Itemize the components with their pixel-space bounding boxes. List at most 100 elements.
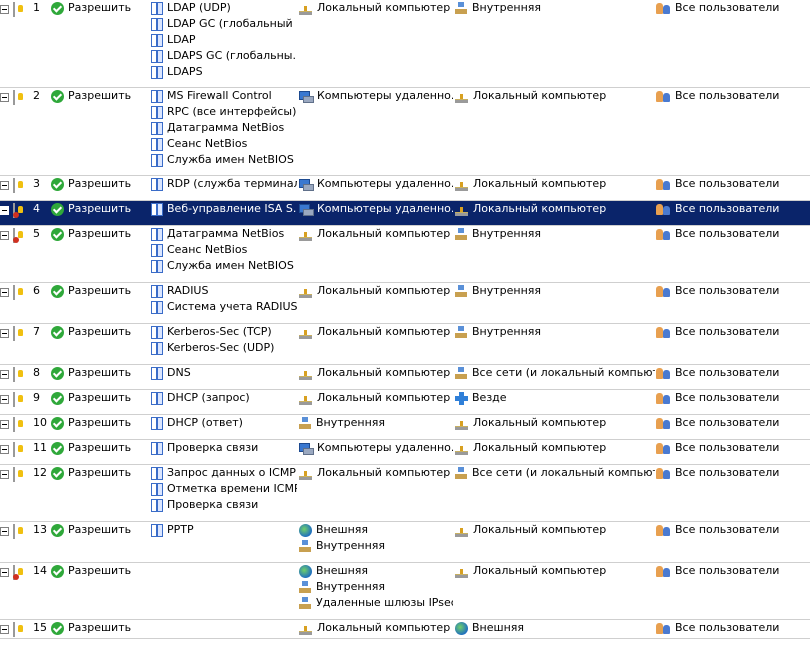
rule-row[interactable]: 14 Разрешить Внешняя Внутренняя Удаленные шл… [0, 563, 810, 620]
protocol-label: Система учета RADIUS [167, 300, 297, 313]
source-label: Внутренняя [316, 416, 386, 429]
rule-row[interactable]: 11 Разрешить Проверка связи Компьютеры удал… [0, 440, 810, 465]
users-label: Все пользователи [675, 416, 780, 429]
rule-row[interactable]: 5 Разрешить Датаграмма NetBios Сеанс NetBio… [0, 226, 810, 283]
collapse-toggle[interactable] [0, 206, 9, 215]
collapse-toggle[interactable] [0, 568, 9, 577]
collapse-toggle[interactable] [0, 329, 9, 338]
action-label: Разрешить [68, 89, 132, 102]
allow-icon [51, 325, 64, 339]
computer-icon [299, 326, 313, 339]
source-item: Локальный компьютер [299, 465, 453, 481]
proto-icon [151, 482, 163, 496]
computer-icon [455, 203, 469, 216]
rule-row[interactable]: 8 Разрешить DNS Локальный компьютер Все сети… [0, 365, 810, 390]
rule-protocols: RDP (служба терминал... [151, 176, 297, 192]
destination-label: Внутренняя [472, 227, 542, 240]
rule-row[interactable]: 15 Разрешить Локальный компьютер Внешняя Все… [0, 620, 810, 639]
collapse-toggle[interactable] [0, 395, 9, 404]
action-line: Разрешить [51, 226, 131, 242]
source-label: Компьютеры удаленно... [317, 89, 453, 102]
collapse-toggle[interactable] [0, 470, 9, 479]
action-line: Разрешить [51, 283, 131, 299]
protocol-label: PPTP [167, 523, 194, 536]
allow-icon [51, 227, 64, 241]
protocol-item: Проверка связи [151, 497, 297, 513]
access-rule-icon [13, 2, 15, 17]
users-icon [656, 2, 671, 15]
destination-item: Локальный компьютер [455, 522, 655, 538]
protocol-label: LDAPS [167, 65, 203, 78]
proto-icon [151, 227, 163, 241]
rule-row[interactable]: 12 Разрешить Запрос данных о ICMP Отметка в… [0, 465, 810, 522]
rule-row[interactable]: 7 Разрешить Kerberos-Sec (TCP) Kerberos-Sec… [0, 324, 810, 365]
source-item: Внешняя [299, 563, 453, 579]
rule-row[interactable]: 6 Разрешить RADIUS Система учета RADIUS Лока… [0, 283, 810, 324]
rule-destinations: Локальный компьютер [455, 176, 655, 192]
rule-row[interactable]: 10 Разрешить DHCP (ответ) Внутренняя Локальн… [0, 415, 810, 440]
protocol-item: Служба имен NetBIOS [151, 152, 297, 168]
collapse-toggle[interactable] [0, 231, 9, 240]
proto-icon [151, 202, 163, 216]
destination-item: Локальный компьютер [455, 415, 655, 431]
proto-icon [151, 105, 163, 119]
collapse-toggle[interactable] [0, 370, 9, 379]
source-label: Локальный компьютер [317, 391, 451, 404]
users-line: Все пользователи [656, 0, 779, 16]
rule-sources: Локальный компьютер [299, 324, 453, 340]
users-label: Все пользователи [675, 366, 780, 379]
source-label: Локальный компьютер [317, 227, 451, 240]
computer-icon [455, 417, 469, 430]
protocol-item: Запрос данных о ICMP [151, 465, 297, 481]
source-item: Локальный компьютер [299, 324, 453, 340]
users-icon [656, 203, 671, 216]
collapse-toggle[interactable] [0, 288, 9, 297]
source-item: Локальный компьютер [299, 390, 453, 406]
collapse-toggle[interactable] [0, 5, 9, 14]
users-icon [656, 467, 671, 480]
rule-protocols: MS Firewall Control RPC (все интерфейсы) Д… [151, 88, 297, 168]
proto-icon [151, 341, 163, 355]
rule-row[interactable]: 2 Разрешить MS Firewall Control RPC (все ин… [0, 88, 810, 176]
collapse-toggle[interactable] [0, 420, 9, 429]
source-item: Внутренняя [299, 579, 453, 595]
rule-action: Разрешить [51, 226, 131, 242]
rule-destinations: Внутренняя [455, 283, 655, 299]
action-label: Разрешить [68, 1, 132, 14]
destination-item: Локальный компьютер [455, 176, 655, 192]
source-label: Удаленные шлюзы IPsec [316, 596, 453, 609]
rule-number: 6 [33, 284, 40, 297]
allow-icon [51, 202, 64, 216]
proto-icon [151, 259, 163, 273]
access-rule-icon [13, 178, 15, 193]
computer-icon [299, 467, 313, 480]
rule-row[interactable]: 3 Разрешить RDP (служба терминал... Компьют… [0, 176, 810, 201]
collapse-toggle[interactable] [0, 625, 9, 634]
protocol-label: RADIUS [167, 284, 209, 297]
source-item: Компьютеры удаленно... [299, 88, 453, 104]
proto-icon [151, 498, 163, 512]
proto-icon [151, 325, 163, 339]
action-label: Разрешить [68, 202, 132, 215]
rule-action: Разрешить [51, 365, 131, 381]
source-label: Внутренняя [316, 539, 386, 552]
protocol-item: DHCP (ответ) [151, 415, 297, 431]
rule-row[interactable]: 9 Разрешить DHCP (запрос) Локальный компьют… [0, 390, 810, 415]
protocol-item: Веб-управление ISA S... [151, 201, 297, 217]
computer-icon [299, 622, 313, 635]
collapse-toggle[interactable] [0, 527, 9, 536]
protocol-item: DNS [151, 365, 297, 381]
collapse-toggle[interactable] [0, 93, 9, 102]
collapse-toggle[interactable] [0, 445, 9, 454]
protocol-item: Датаграмма NetBios [151, 226, 297, 242]
rule-row[interactable]: 1 Разрешить LDAP (UDP) LDAP GC (глобальный … [0, 0, 810, 88]
protocol-item: LDAP [151, 32, 297, 48]
rule-row[interactable]: 13 Разрешить PPTP Внешняя Внутренняя Локальны… [0, 522, 810, 563]
computer-icon [299, 392, 313, 405]
rule-sources: Компьютеры удаленно... [299, 176, 453, 192]
collapse-toggle[interactable] [0, 181, 9, 190]
users-icon [656, 524, 671, 537]
destination-item: Внутренняя [455, 0, 655, 16]
users-icon [656, 228, 671, 241]
rule-row[interactable]: 4 Разрешить Веб-управление ISA S... Компьют… [0, 201, 810, 226]
